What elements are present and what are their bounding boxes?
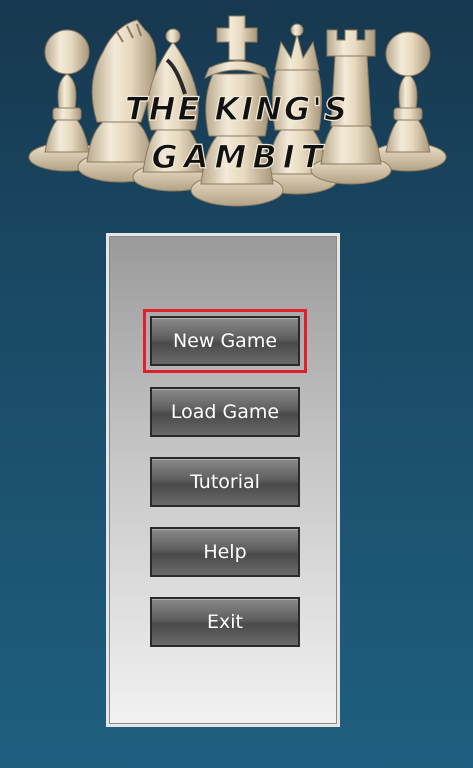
exit-button[interactable]: Exit <box>150 597 300 647</box>
title-line1: THE KING'S <box>125 90 349 128</box>
game-logo: THE KING'S GAMBIT <box>28 15 447 207</box>
title-line2: GAMBIT <box>152 138 329 176</box>
help-button[interactable]: Help <box>150 527 300 577</box>
pawn-right-icon <box>369 31 447 172</box>
load-game-button[interactable]: Load Game <box>150 387 300 437</box>
tutorial-button[interactable]: Tutorial <box>150 457 300 507</box>
new-game-button[interactable]: New Game <box>143 309 307 373</box>
